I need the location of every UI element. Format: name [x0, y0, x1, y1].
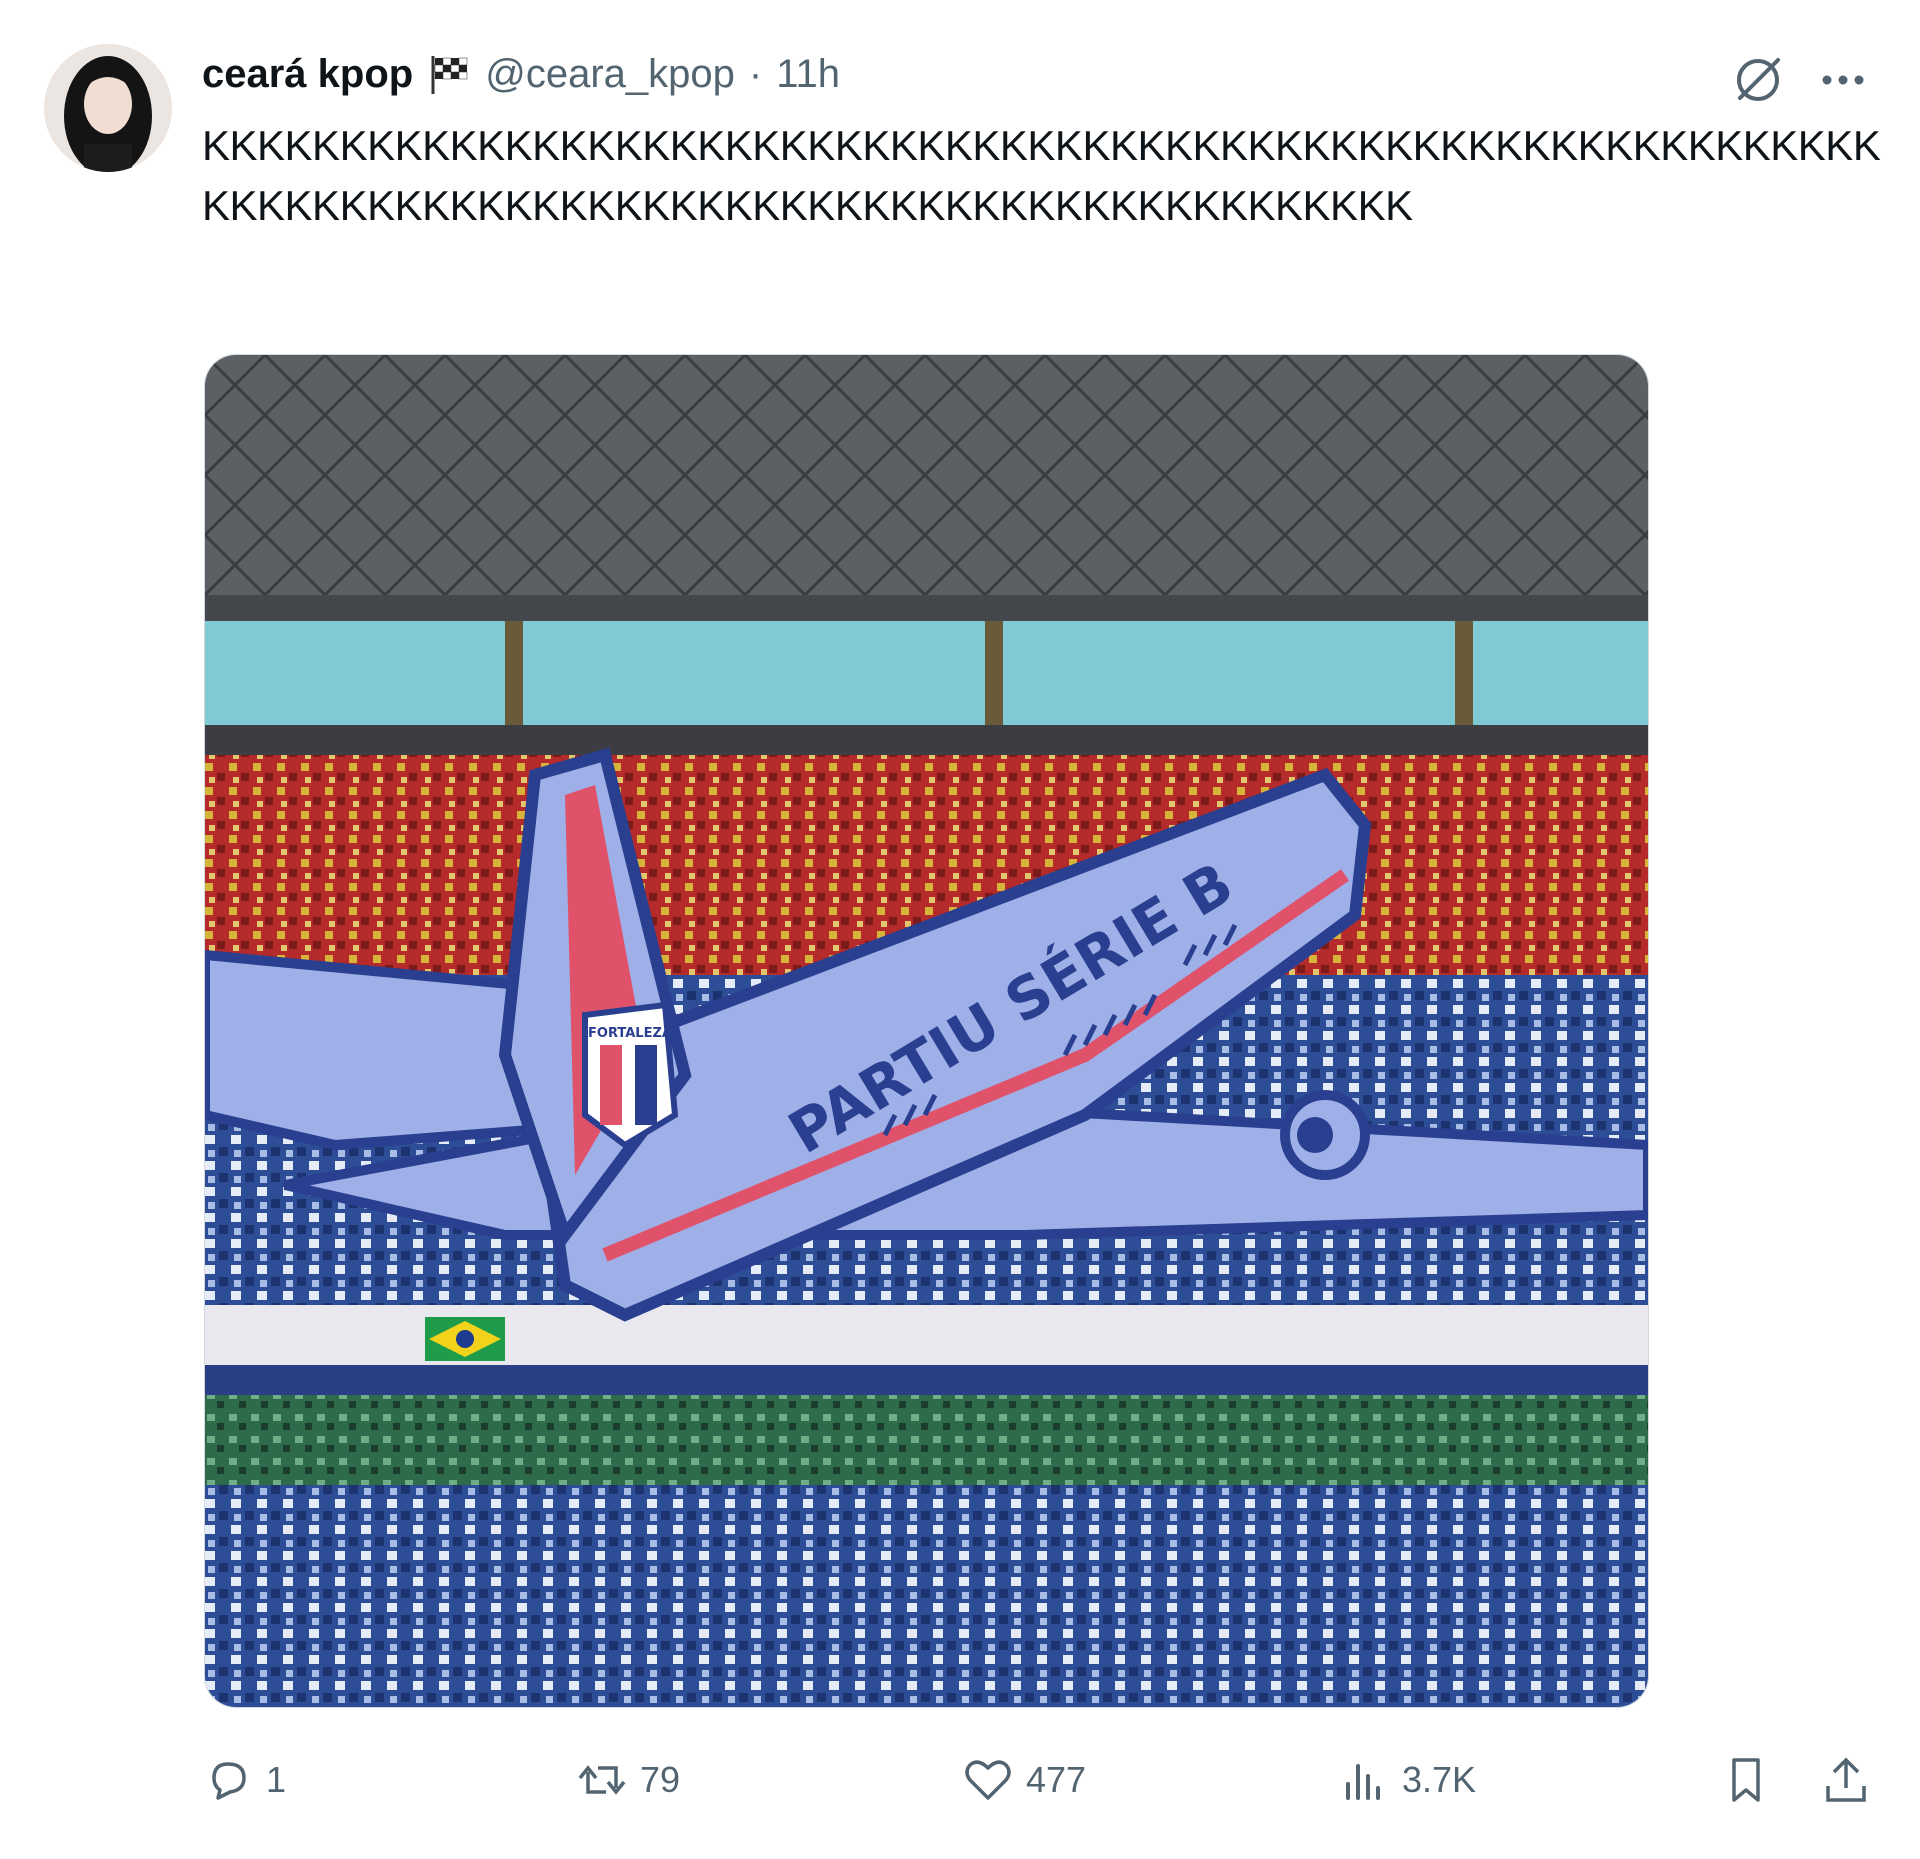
repost-button[interactable]: 79 — [576, 1748, 680, 1812]
like-count: 477 — [1026, 1759, 1087, 1800]
timestamp[interactable]: 11h — [776, 52, 840, 97]
reply-button[interactable]: 1 — [202, 1748, 286, 1812]
repost-count: 79 — [640, 1759, 681, 1800]
reply-count: 1 — [266, 1759, 287, 1800]
repost-icon — [578, 1765, 626, 1795]
bookmark-icon — [1732, 1758, 1760, 1802]
like-icon — [965, 1760, 1011, 1800]
avatar[interactable] — [44, 44, 172, 172]
grok-icon[interactable] — [1730, 52, 1786, 108]
tweet-image[interactable]: FORTALEZA PARTIU SÉRIE B — [204, 354, 1649, 1708]
separator: · — [748, 51, 763, 96]
views-button[interactable]: 3.7K — [1338, 1748, 1476, 1812]
tweet-text: KKKKKKKKKKKKKKKKKKKKKKKKKKKKKKKKKKKKKKKK… — [202, 122, 1881, 229]
views-count: 3.7K — [1402, 1759, 1477, 1800]
more-icon[interactable] — [1815, 60, 1871, 100]
views-icon — [1346, 1764, 1380, 1800]
share-button[interactable] — [1820, 1748, 1872, 1812]
share-icon — [1826, 1757, 1866, 1802]
bookmark-button[interactable] — [1720, 1748, 1772, 1812]
action-bar: 1 79 477 3.7K — [202, 1748, 1892, 1812]
tweet-card: ceará kpop @ceara_kpop · 11h KKKKKKKKKKK… — [0, 0, 1920, 1859]
like-button[interactable]: 477 — [962, 1748, 1086, 1812]
flag-icon — [427, 52, 471, 96]
reply-icon — [212, 1762, 246, 1800]
handle[interactable]: @ceara_kpop — [485, 52, 735, 97]
tweet-header: ceará kpop @ceara_kpop · 11h — [202, 46, 840, 102]
display-name[interactable]: ceará kpop — [202, 52, 413, 97]
crest-text: FORTALEZA — [588, 1026, 672, 1041]
